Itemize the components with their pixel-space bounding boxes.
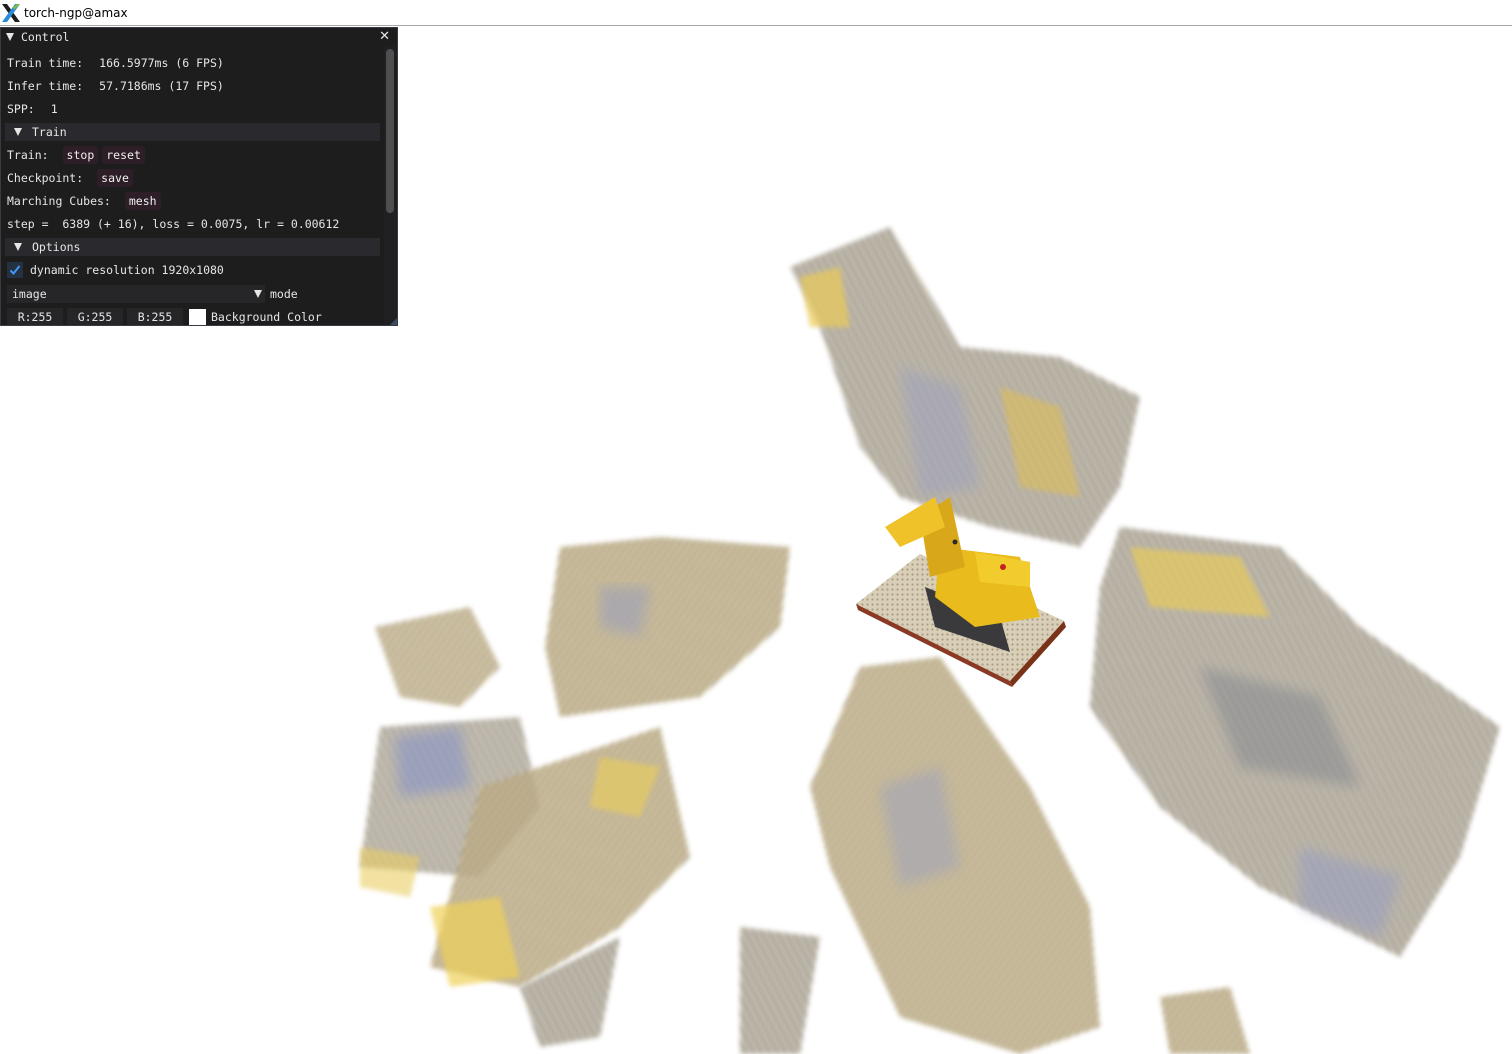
collapse-arrow-icon[interactable] xyxy=(14,243,22,251)
infer-time-label: Infer time: xyxy=(7,79,84,93)
panel-title: Control xyxy=(21,29,70,44)
train-label: Train: xyxy=(7,148,49,162)
infer-time-row: Infer time: 57.7186ms (17 FPS) xyxy=(7,77,224,95)
bg-red-input[interactable]: R:255 xyxy=(7,308,63,325)
window-titlebar: torch-ngp@amax xyxy=(0,0,1512,26)
options-section-header[interactable]: Options xyxy=(5,238,380,256)
spp-row: SPP: 1 xyxy=(7,100,58,118)
checkmark-icon xyxy=(9,265,21,275)
mesh-button[interactable]: mesh xyxy=(124,192,161,210)
infer-time-value: 57.7186ms (17 FPS) xyxy=(99,79,224,93)
spp-value: 1 xyxy=(50,102,58,116)
training-status-line: step = 6389 (+ 16), loss = 0.0075, lr = … xyxy=(7,217,340,231)
panel-scrollbar[interactable] xyxy=(384,46,396,325)
train-time-value: 166.5977ms (6 FPS) xyxy=(99,56,224,70)
collapse-arrow-icon[interactable] xyxy=(14,128,22,136)
chevron-down-icon[interactable] xyxy=(254,290,262,298)
marching-cubes-row: Marching Cubes: mesh xyxy=(7,192,161,210)
dynamic-resolution-label: dynamic resolution 1920x1080 xyxy=(30,263,224,277)
mode-select[interactable]: image xyxy=(7,285,265,303)
control-panel-header[interactable]: Control ✕ xyxy=(1,28,397,45)
background-color-swatch[interactable] xyxy=(189,309,206,325)
background-color-label: Background Color xyxy=(211,310,322,324)
x11-logo-icon xyxy=(2,3,20,22)
train-section-title: Train xyxy=(32,125,67,139)
floater-right xyxy=(1090,527,1500,957)
bg-green-input[interactable]: G:255 xyxy=(67,308,123,325)
floater-top xyxy=(790,227,1140,547)
mode-select-value: image xyxy=(12,287,47,301)
control-panel[interactable]: Control ✕ Train time: 166.5977ms (6 FPS)… xyxy=(0,27,398,326)
save-button[interactable]: save xyxy=(97,169,133,187)
collapse-arrow-icon[interactable] xyxy=(6,32,14,41)
marching-cubes-label: Marching Cubes: xyxy=(7,194,111,208)
checkpoint-label: Checkpoint: xyxy=(7,171,84,185)
spp-label: SPP: xyxy=(7,102,35,116)
train-time-row: Train time: 166.5977ms (6 FPS) xyxy=(7,54,224,72)
dynamic-resolution-checkbox[interactable] xyxy=(7,262,23,278)
scrollbar-thumb[interactable] xyxy=(386,49,394,213)
train-time-label: Train time: xyxy=(7,56,84,70)
train-section-header[interactable]: Train xyxy=(5,123,380,141)
dynamic-resolution-row[interactable]: dynamic resolution 1920x1080 xyxy=(7,261,224,279)
mode-label: mode xyxy=(270,287,298,301)
window-title: torch-ngp@amax xyxy=(24,5,128,20)
options-section-title: Options xyxy=(32,240,81,254)
close-icon[interactable]: ✕ xyxy=(379,29,390,44)
train-controls-row: Train: stop reset xyxy=(7,146,145,164)
checkpoint-row: Checkpoint: save xyxy=(7,169,133,187)
resize-grip-icon[interactable] xyxy=(390,318,397,325)
floater-left-upper xyxy=(545,537,790,717)
stop-button[interactable]: stop xyxy=(62,146,99,164)
bg-blue-input[interactable]: B:255 xyxy=(127,308,183,325)
reset-button[interactable]: reset xyxy=(102,146,145,164)
